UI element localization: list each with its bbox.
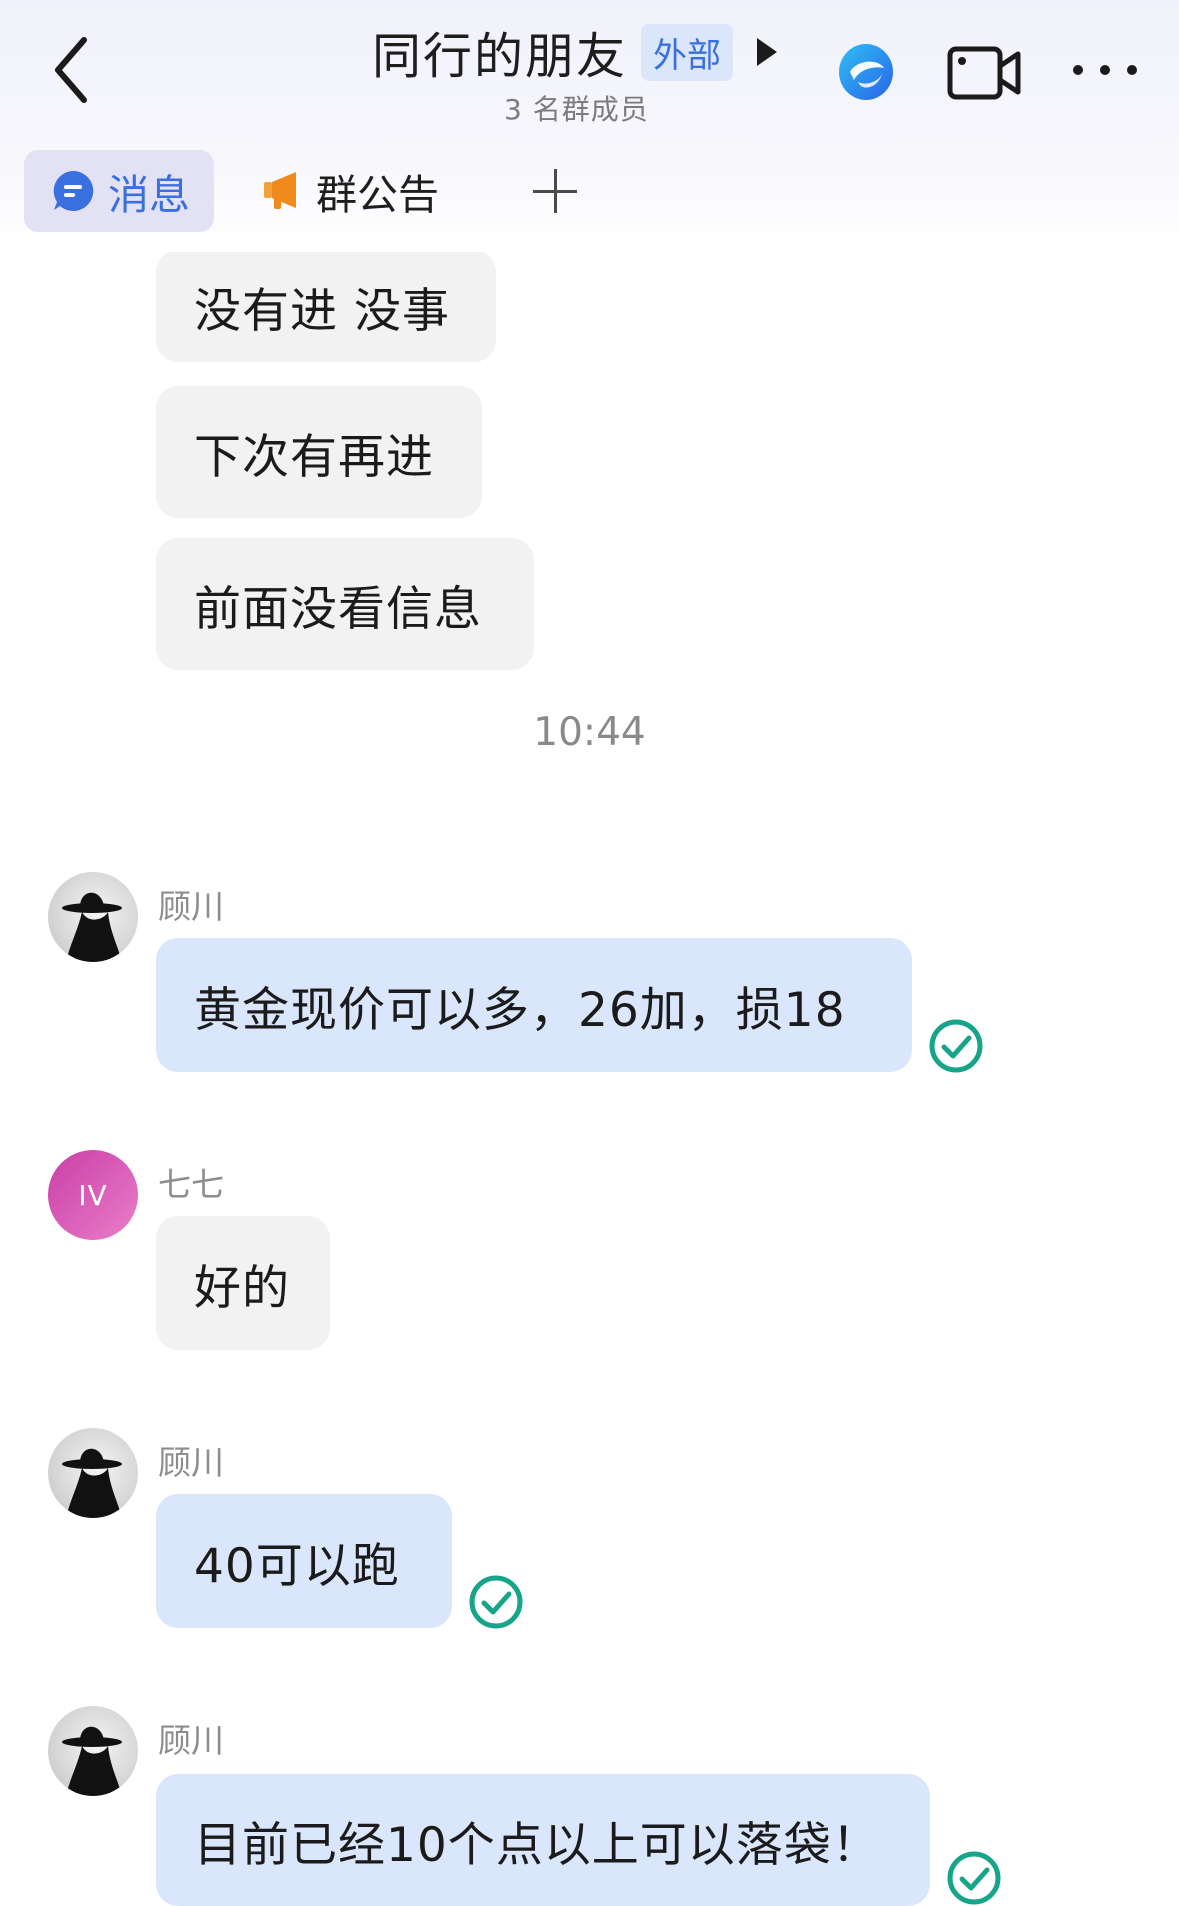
hat-figure-icon: [62, 1726, 122, 1796]
message-bubble[interactable]: 黄金现价可以多，26加，损18: [156, 938, 912, 1072]
message-text: 下次有再进: [194, 429, 434, 485]
sender-name: 顾川: [158, 1721, 224, 1760]
read-check-icon: [469, 1575, 523, 1629]
play-triangle-icon: [757, 38, 778, 66]
message-bubble[interactable]: 好的: [156, 1216, 330, 1350]
chat-tabs: 消息 群公告: [24, 150, 577, 232]
message-bubble[interactable]: 前面没看信息: [156, 538, 534, 670]
avatar-initials: IV: [78, 1178, 108, 1212]
message-bubble[interactable]: 40可以跑: [156, 1494, 452, 1628]
message-text: 40可以跑: [194, 1538, 400, 1594]
message-bubble[interactable]: 没有进 没事: [156, 250, 496, 362]
chat-timestamp: 10:44: [533, 710, 646, 755]
sender-name: 顾川: [158, 887, 224, 926]
message-bubble[interactable]: 目前已经10个点以上可以落袋！: [156, 1774, 930, 1906]
chat-header: 同行的朋友 外部 3 名群成员 消息 群公告: [0, 0, 1179, 252]
read-check-icon: [947, 1851, 1001, 1905]
chevron-left-icon: [55, 37, 87, 103]
message-bubble[interactable]: 下次有再进: [156, 386, 482, 518]
chat-screen: 同行的朋友 外部 3 名群成员 消息 群公告 没有进 没事 下次有再进 前面没看…: [0, 0, 1179, 1906]
tab-announcement-label: 群公告: [316, 171, 439, 219]
message-text: 黄金现价可以多，26加，损18: [194, 982, 846, 1038]
message-text: 前面没看信息: [194, 581, 482, 637]
group-title: 同行的朋友: [372, 27, 628, 85]
avatar[interactable]: [48, 1428, 138, 1518]
plus-icon[interactable]: [533, 169, 577, 213]
avatar[interactable]: IV: [48, 1150, 138, 1240]
tab-announcement[interactable]: 群公告: [262, 150, 439, 232]
tab-messages-label: 消息: [108, 171, 190, 219]
sender-name: 顾川: [158, 1443, 224, 1482]
message-text: 好的: [194, 1260, 290, 1316]
more-dots-icon[interactable]: [1070, 58, 1140, 82]
back-button[interactable]: [48, 30, 118, 110]
sender-name: 七七: [158, 1165, 224, 1204]
tab-messages[interactable]: 消息: [24, 150, 214, 232]
megaphone-icon: [264, 172, 296, 209]
video-call-icon[interactable]: [946, 44, 1022, 102]
hat-figure-icon: [62, 892, 122, 962]
avatar[interactable]: [48, 872, 138, 962]
message-text: 目前已经10个点以上可以落袋！: [194, 1817, 880, 1873]
avatar[interactable]: [48, 1706, 138, 1796]
message-text: 没有进 没事: [194, 283, 450, 339]
hat-figure-icon: [62, 1448, 122, 1518]
read-check-icon: [929, 1019, 983, 1073]
member-count[interactable]: 3 名群成员: [504, 88, 649, 128]
ai-assistant-icon[interactable]: [836, 38, 896, 104]
title-row[interactable]: 同行的朋友 外部: [372, 20, 778, 85]
external-badge: 外部: [641, 23, 734, 81]
message-bubble-icon: [53, 170, 94, 211]
